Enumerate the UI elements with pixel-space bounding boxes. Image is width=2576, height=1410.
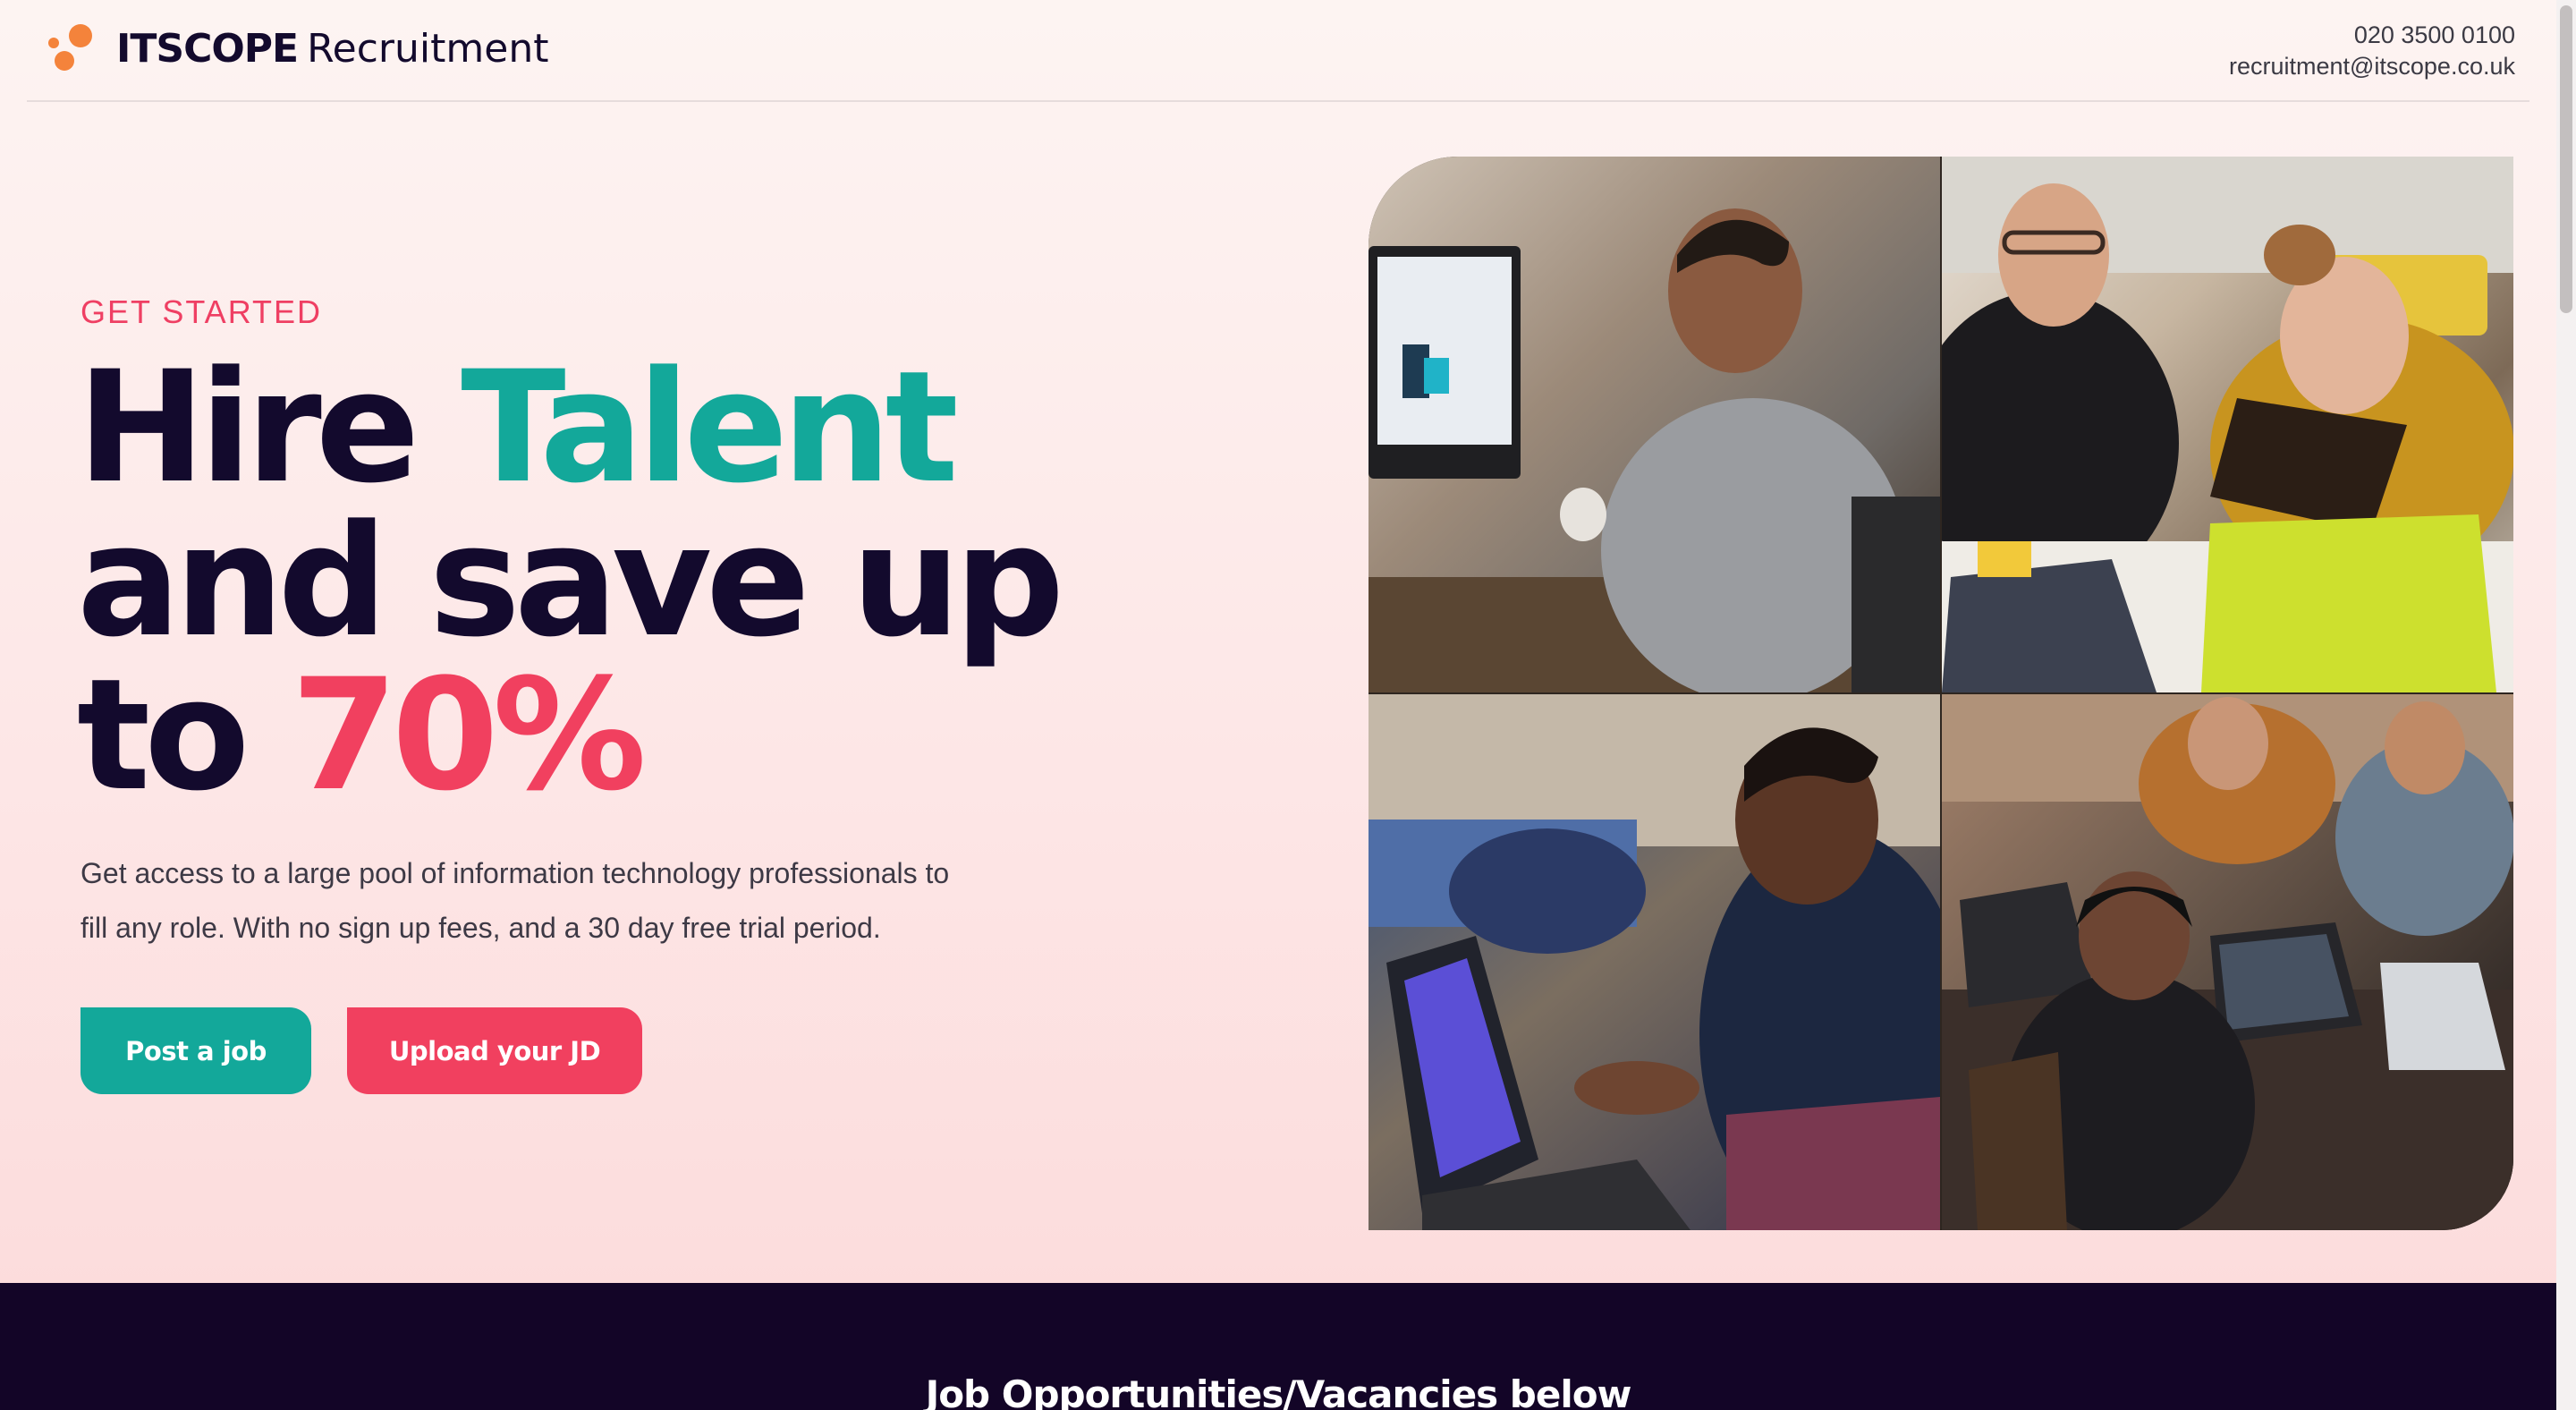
upload-jd-button[interactable]: Upload your JD — [347, 1007, 642, 1094]
logo-suffix: Recruitment — [307, 26, 549, 72]
headline-percent: 70% — [291, 645, 647, 825]
office-worker-photo — [1368, 157, 1940, 692]
header-divider — [27, 100, 2529, 102]
headline-line-1: Hire Talent — [77, 351, 1240, 505]
page: ITSCOPE Recruitment 020 3500 0100 recruit… — [0, 0, 2556, 1410]
site-header: ITSCOPE Recruitment 020 3500 0100 recruit… — [0, 0, 2556, 102]
headline-line-2: and save up — [77, 491, 1064, 671]
headline-line-3: to 70% — [77, 658, 1240, 812]
hero-headline: Hire Talent and save up to 70% — [77, 351, 1240, 812]
scrollbar-thumb[interactable] — [2560, 5, 2572, 313]
headline-to: to — [77, 645, 250, 825]
team-laughing-photo — [1942, 157, 2513, 692]
logo-brand: ITSCOPE — [116, 26, 299, 72]
email-link[interactable]: recruitment@itscope.co.uk — [2229, 51, 2515, 82]
phone-link[interactable]: 020 3500 0100 — [2229, 20, 2515, 51]
vacancies-title: Job Opportunities/Vacancies below — [925, 1372, 1632, 1410]
hero-eyebrow: GET STARTED — [80, 293, 323, 330]
logo-icon[interactable] — [47, 20, 100, 79]
hero-description: Get access to a large pool of informatio… — [80, 857, 950, 944]
headline-hire: Hire — [77, 337, 419, 517]
post-job-button[interactable]: Post a job — [80, 1007, 311, 1094]
headline-talent: Talent — [461, 337, 959, 517]
hero-photo-grid — [1368, 157, 2513, 1230]
developer-laptop-photo — [1368, 694, 1940, 1230]
page-scrollbar[interactable] — [2556, 0, 2576, 1410]
logo[interactable]: ITSCOPE Recruitment — [116, 27, 548, 72]
team-coding-photo — [1942, 694, 2513, 1230]
contact-info: 020 3500 0100 recruitment@itscope.co.uk — [2229, 20, 2515, 82]
